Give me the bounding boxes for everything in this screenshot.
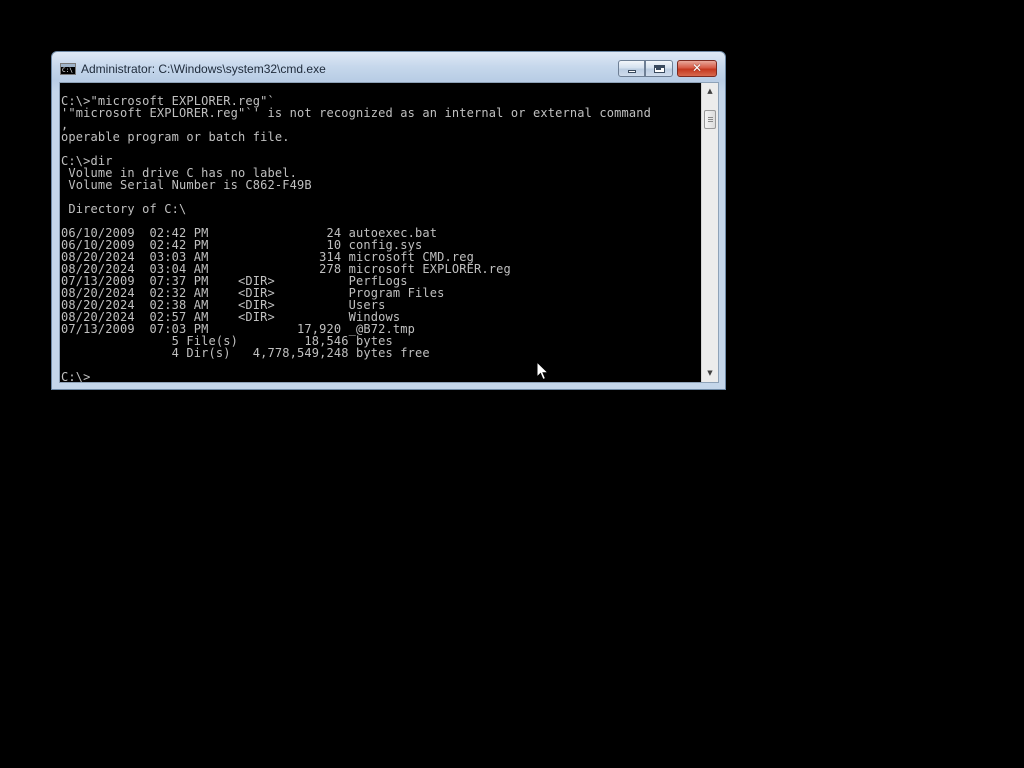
maximize-icon	[654, 65, 665, 73]
scroll-up-arrow-icon[interactable]: ▲	[702, 83, 718, 100]
thumb-grip-line	[708, 121, 713, 122]
window-title: Administrator: C:\Windows\system32\cmd.e…	[81, 62, 326, 76]
cmd-icon[interactable]: C:\	[60, 63, 76, 75]
console-line: operable program or batch file.	[61, 130, 290, 144]
close-icon: ✕	[691, 61, 703, 75]
scroll-down-arrow-icon[interactable]: ▼	[702, 365, 718, 382]
console-output[interactable]: C:\>"microsoft EXPLORER.reg"` '"microsoft…	[61, 95, 701, 383]
console-line: '"microsoft EXPLORER.reg"`' is not recog…	[61, 106, 651, 120]
desktop: C:\ Administrator: C:\Windows\system32\c…	[0, 0, 1024, 768]
console-line: Directory of C:\	[61, 202, 187, 216]
close-button[interactable]: ✕	[677, 60, 717, 77]
vertical-scrollbar[interactable]: ▲ ▼	[701, 83, 718, 382]
scroll-thumb[interactable]	[704, 110, 716, 129]
cmd-icon-glyph: C:\	[62, 67, 73, 74]
minimize-button[interactable]	[618, 60, 645, 77]
thumb-grip-line	[708, 117, 713, 118]
console-line: 4 Dir(s) 4,778,549,248 bytes free	[61, 346, 430, 360]
mouse-pointer-icon	[536, 361, 550, 381]
caption-buttons: ✕	[618, 60, 717, 78]
cmd-window[interactable]: C:\ Administrator: C:\Windows\system32\c…	[51, 51, 726, 390]
minimize-icon	[628, 70, 636, 73]
thumb-grip-line	[708, 119, 713, 120]
title-bar[interactable]: C:\ Administrator: C:\Windows\system32\c…	[52, 52, 725, 82]
console-area[interactable]: C:\>"microsoft EXPLORER.reg"` '"microsoft…	[59, 82, 719, 383]
console-line: C:\>	[61, 370, 91, 383]
console-line: Volume Serial Number is C862-F49B	[61, 178, 312, 192]
maximize-button[interactable]	[645, 60, 673, 77]
